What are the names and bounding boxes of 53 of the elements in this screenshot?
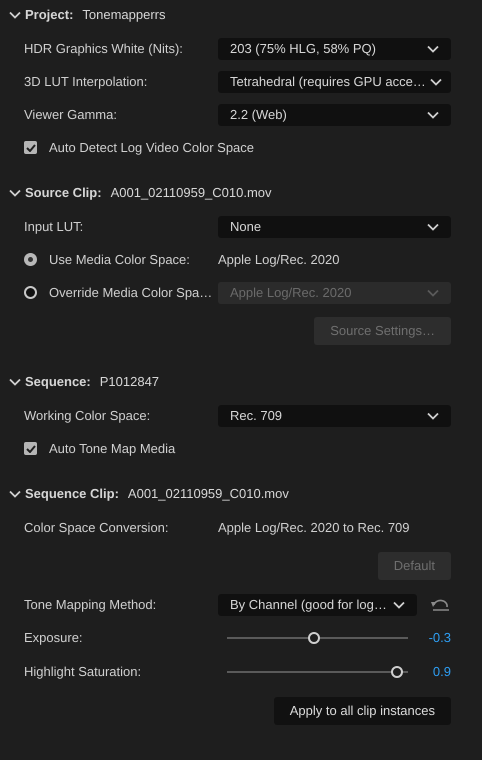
field-label: Working Color Space: [24,406,152,425]
dropdown[interactable]: Tetrahedral (requires GPU acce… [218,70,451,92]
action-button[interactable]: Apply to all clip instances [274,697,451,725]
dropdown[interactable]: 2.2 (Web) [218,104,451,126]
dropdown[interactable]: 203 (75% HLG, 58% PQ) [218,38,451,60]
slider-thumb[interactable] [391,666,404,678]
chevron-down-icon [9,490,21,498]
chevron-down-icon [393,600,405,608]
section-value: A001_02110959_C010.mov [128,485,289,504]
dropdown[interactable]: By Channel (good for log… [218,594,417,616]
radio-label: Override Media Color Spa… [49,284,212,302]
chevron-down-icon [427,288,439,296]
field-label: Input LUT: [24,218,84,236]
field-label: Viewer Gamma: [24,106,118,124]
chevron-down-icon [9,189,21,197]
field-label: Tone Mapping Method: [24,596,158,614]
dropdown[interactable]: None [218,216,451,238]
slider-value[interactable]: -0.3 [414,628,451,648]
chevron-down-icon [430,78,442,86]
slider-thumb[interactable] [308,632,320,644]
field-label: HDR Graphics White (Nits): [24,40,184,58]
dropdown[interactable]: Rec. 709 [218,404,451,426]
section-toggle[interactable] [9,378,21,386]
chevron-down-icon [427,110,439,118]
section-title: Project: [25,6,74,24]
checkbox[interactable] [24,442,37,455]
chevron-down-icon [427,412,439,420]
checkbox-label: Auto Detect Log Video Color Space [49,138,254,157]
checkbox-label: Auto Tone Map Media [49,440,176,458]
section-title: Sequence Clip: [25,485,119,504]
section-toggle[interactable] [9,490,21,498]
field-label: Color Space Conversion: [24,518,170,537]
section-title: Source Clip: [25,184,102,202]
section-title: Sequence: [25,373,91,392]
section-toggle[interactable] [9,189,21,197]
conversion-value: Apple Log/Rec. 2020 to Rec. 709 [218,518,410,537]
chevron-down-icon [9,11,21,19]
slider-value[interactable]: 0.9 [414,662,451,682]
section-value: P1012847 [100,373,160,392]
field-label: Highlight Saturation: [24,663,142,682]
chevron-down-icon [427,44,439,52]
section-value: Tonemapperrs [82,6,166,24]
color-space-value: Apple Log/Rec. 2020 [218,250,340,269]
section-toggle[interactable] [9,11,21,19]
reset-icon[interactable] [430,598,450,612]
chevron-down-icon [9,378,21,386]
radio-label: Use Media Color Space: [49,250,190,269]
checkbox[interactable] [24,141,37,154]
chevron-down-icon [427,222,439,230]
field-label: 3D LUT Interpolation: [24,72,148,91]
field-label: Exposure: [24,629,84,648]
section-value: A001_02110959_C010.mov [110,184,272,202]
radio-button[interactable] [24,253,37,266]
